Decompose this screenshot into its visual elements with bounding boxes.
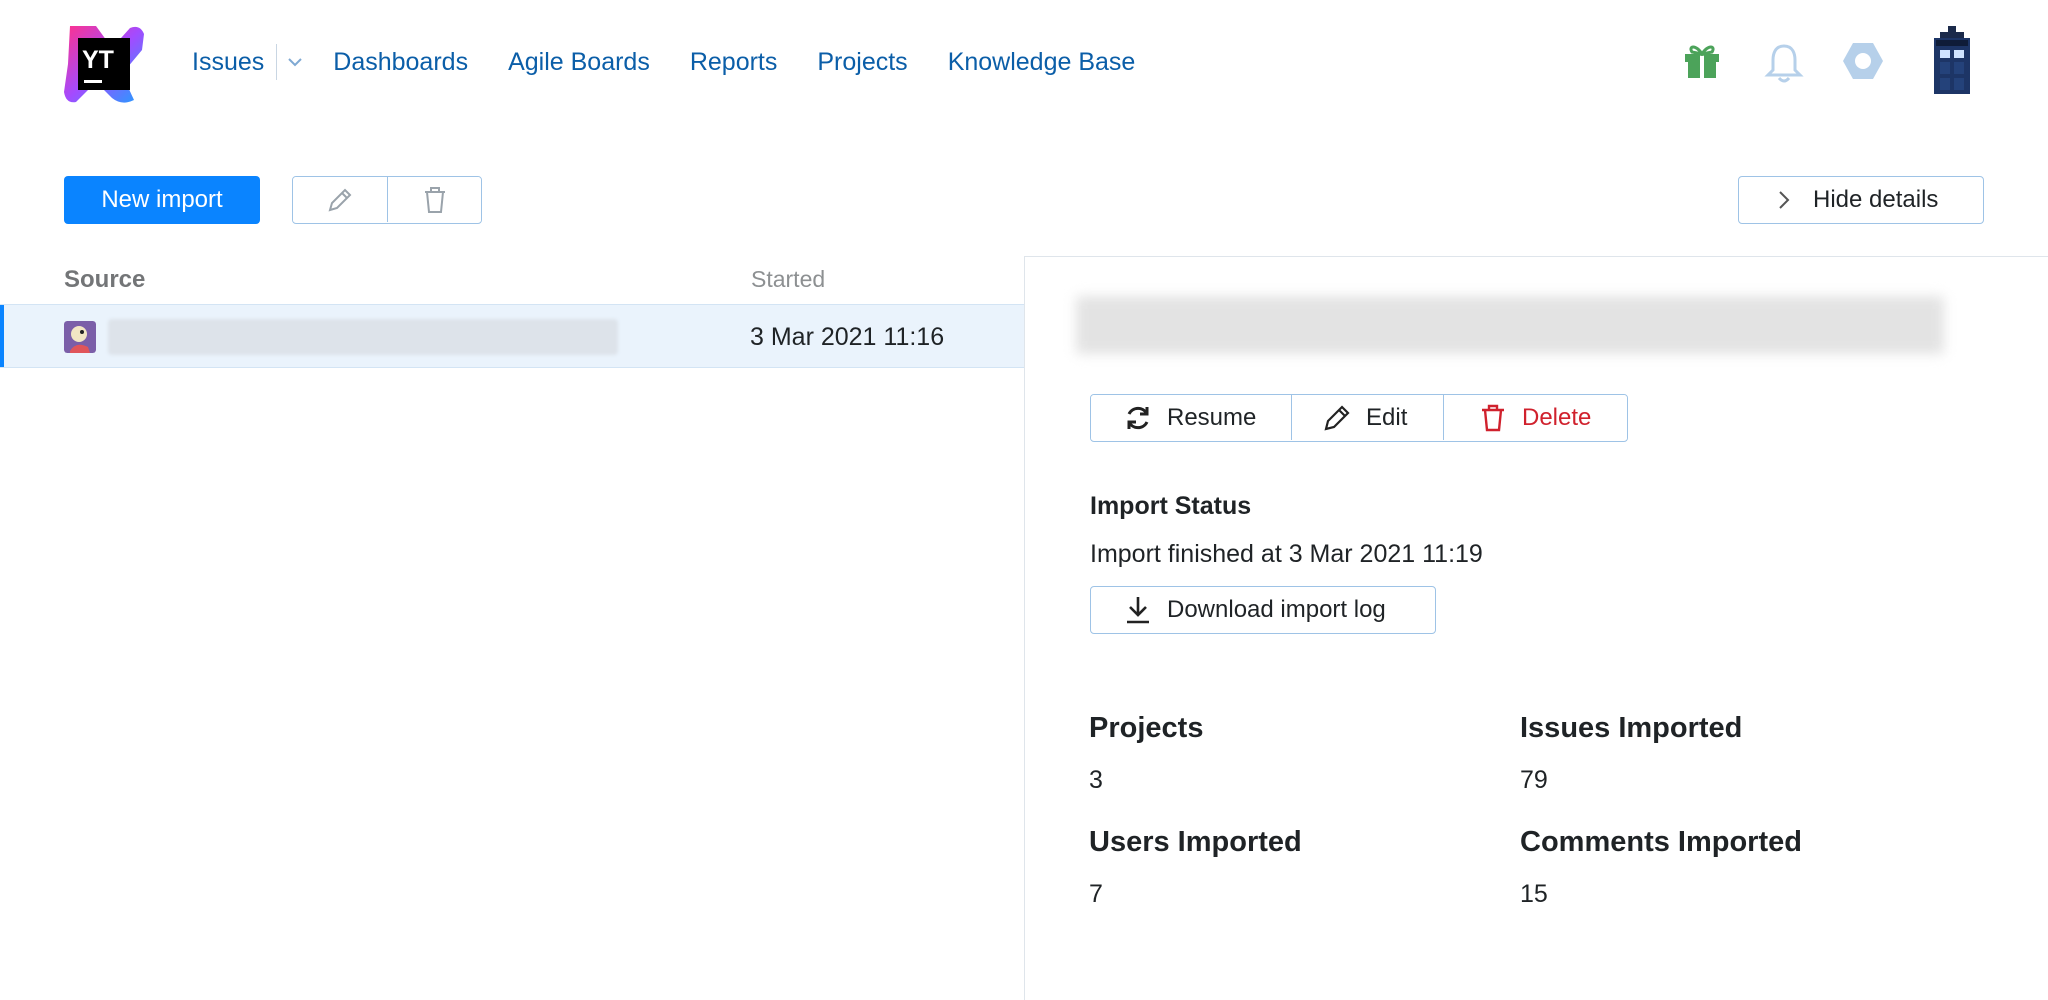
source-avatar-icon xyxy=(64,321,96,353)
details-divider xyxy=(1024,256,2048,257)
pencil-icon xyxy=(1324,404,1350,431)
refresh-icon xyxy=(1127,406,1149,429)
resume-button[interactable]: Resume xyxy=(1091,395,1291,440)
chevron-down-icon[interactable] xyxy=(285,52,305,72)
stat-projects-label: Projects xyxy=(1089,712,1204,744)
column-source[interactable]: Source xyxy=(64,266,145,294)
edit-label: Edit xyxy=(1366,403,1408,431)
main-nav: Issues Dashboards Agile Boards Reports P… xyxy=(192,44,1135,80)
stat-projects-value: 3 xyxy=(1089,766,1103,794)
stat-issues-value: 79 xyxy=(1520,766,1548,794)
nav-agile-boards[interactable]: Agile Boards xyxy=(508,48,650,77)
nav-dashboards[interactable]: Dashboards xyxy=(333,48,468,77)
logo-text: YT xyxy=(82,46,114,74)
delete-button[interactable]: Delete xyxy=(1443,395,1627,440)
trash-icon xyxy=(1482,404,1504,431)
nav-projects[interactable]: Projects xyxy=(817,48,907,77)
list-header: Source Started xyxy=(0,266,1024,302)
new-import-button[interactable]: New import xyxy=(64,176,260,224)
gift-icon[interactable] xyxy=(1682,40,1722,80)
edit-button[interactable]: Edit xyxy=(1291,395,1443,440)
trash-icon xyxy=(424,186,445,213)
hide-details-label: Hide details xyxy=(1813,186,1939,213)
resume-label: Resume xyxy=(1167,403,1257,431)
download-log-button[interactable]: Download import log xyxy=(1090,586,1436,634)
edit-import-button[interactable] xyxy=(293,177,387,222)
bell-icon[interactable] xyxy=(1764,42,1804,84)
details-actions: Resume Edit Delete xyxy=(1090,394,1628,442)
import-status-title: Import Status xyxy=(1090,492,1252,520)
details-panel-border xyxy=(1024,256,1025,1000)
chevron-right-icon xyxy=(1779,191,1790,209)
delete-label: Delete xyxy=(1522,403,1592,431)
avatar[interactable] xyxy=(1926,26,1978,96)
download-icon xyxy=(1127,597,1149,624)
stat-users-value: 7 xyxy=(1089,880,1103,908)
column-started[interactable]: Started xyxy=(751,266,825,293)
top-header: YT Issues Dashboards Agile Boards Report… xyxy=(0,0,2048,124)
stat-comments-value: 15 xyxy=(1520,880,1548,908)
details-title-redacted xyxy=(1076,296,1944,354)
table-row[interactable]: 3 Mar 2021 11:16 xyxy=(0,304,1024,368)
download-log-label: Download import log xyxy=(1167,596,1386,623)
gear-icon[interactable] xyxy=(1842,40,1884,82)
nav-divider xyxy=(276,44,278,80)
pencil-icon xyxy=(328,188,352,211)
youtrack-logo[interactable]: YT xyxy=(62,22,146,106)
row-started-date: 3 Mar 2021 11:16 xyxy=(750,323,945,351)
import-status-text: Import finished at 3 Mar 2021 11:19 xyxy=(1090,540,1483,568)
stat-users-label: Users Imported xyxy=(1089,826,1302,858)
nav-issues-group: Issues xyxy=(192,44,333,80)
stat-comments-label: Comments Imported xyxy=(1520,826,1802,858)
nav-reports[interactable]: Reports xyxy=(690,48,778,77)
selected-row-indicator xyxy=(0,305,4,367)
list-toolbar-group xyxy=(292,176,482,224)
delete-import-button[interactable] xyxy=(387,177,481,222)
source-name-redacted xyxy=(108,319,618,355)
nav-issues[interactable]: Issues xyxy=(192,48,264,77)
stat-issues-label: Issues Imported xyxy=(1520,712,1743,744)
nav-knowledge-base[interactable]: Knowledge Base xyxy=(948,48,1136,77)
hide-details-button[interactable]: Hide details xyxy=(1738,176,1984,224)
